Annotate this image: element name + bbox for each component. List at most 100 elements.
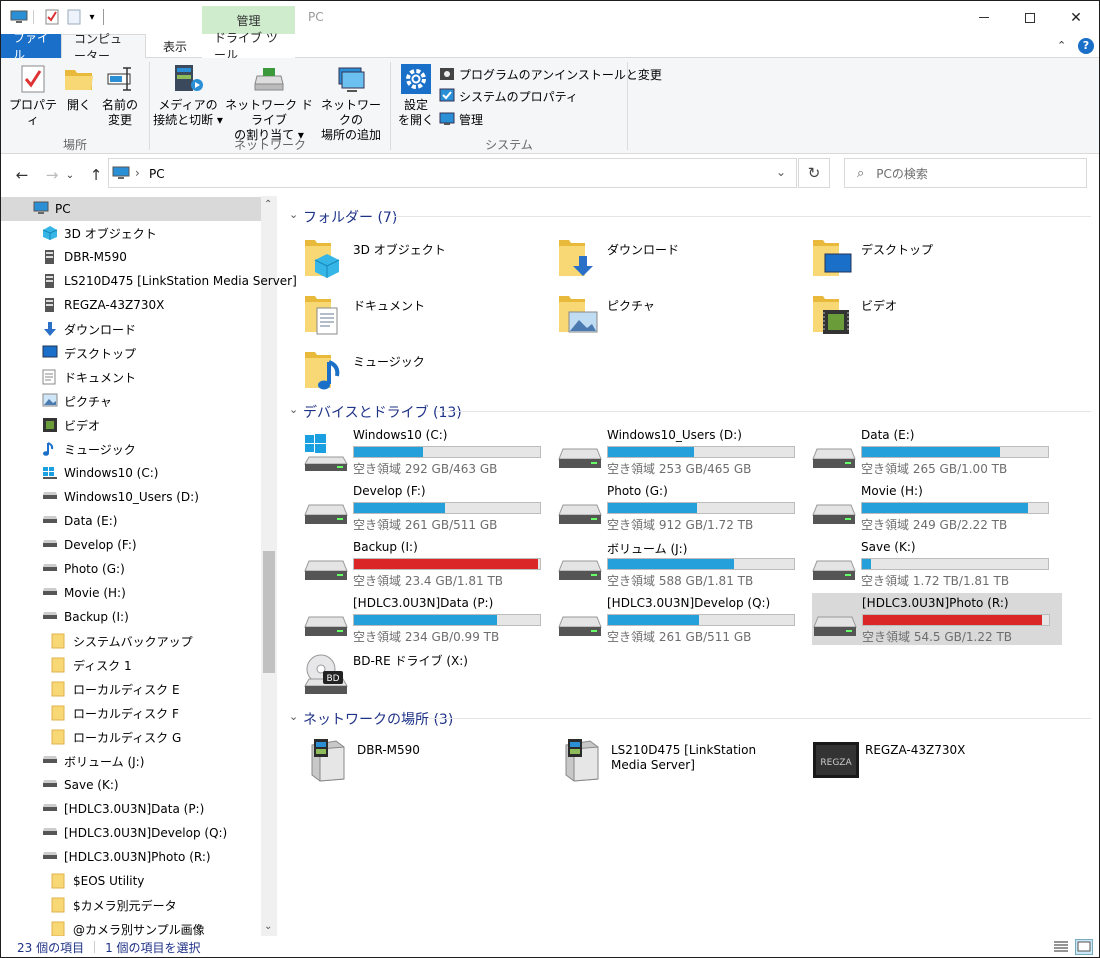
manage-button[interactable]: 管理 <box>439 110 483 128</box>
section-collapse-icon[interactable]: ⌄ <box>289 208 298 221</box>
folders-section-header[interactable]: フォルダー (7) <box>303 207 397 227</box>
drive-tile[interactable]: Data (E:) 空き領域 265 GB/1.00 TB <box>811 425 1061 477</box>
nav-item[interactable]: システムバックアップ <box>1 629 261 653</box>
nav-item[interactable]: ビデオ <box>1 413 261 437</box>
nav-item[interactable]: $カメラ別元データ <box>1 893 261 917</box>
scroll-down-icon[interactable]: ⌄ <box>264 921 272 932</box>
nav-item[interactable]: ディスク 1 <box>1 653 261 677</box>
system-properties-button[interactable]: システムのプロパティ <box>439 87 578 105</box>
network-location-tile[interactable]: LS210D475 [LinkStation Media Server] <box>557 735 787 787</box>
back-button[interactable]: ← <box>11 166 33 184</box>
open-settings-button[interactable]: 設定 を開く <box>396 62 436 128</box>
folder-tile[interactable]: ビデオ <box>809 291 1049 343</box>
drive-tile[interactable]: Windows10 (C:) 空き領域 292 GB/463 GB <box>303 425 553 477</box>
nav-item[interactable]: Movie (H:) <box>1 581 261 605</box>
drives-section-header[interactable]: デバイスとドライブ (13) <box>303 402 462 422</box>
folder-tile[interactable]: ドキュメント <box>301 291 541 343</box>
nav-item[interactable]: Save (K:) <box>1 773 261 797</box>
help-icon[interactable]: ? <box>1078 38 1094 54</box>
minimize-button[interactable] <box>961 1 1007 34</box>
folder-tile[interactable]: デスクトップ <box>809 235 1049 287</box>
nav-item[interactable]: Backup (I:) <box>1 605 261 629</box>
search-box[interactable]: ⌕ PCの検索 <box>844 158 1087 188</box>
nav-item[interactable]: ローカルディスク E <box>1 677 261 701</box>
nav-item[interactable]: REGZA-43Z730X <box>1 293 261 317</box>
network-location-tile[interactable]: DBR-M590 <box>303 735 533 787</box>
nav-item[interactable]: PC <box>1 197 261 221</box>
nav-item[interactable]: ダウンロード <box>1 317 261 341</box>
drive-usage-bar <box>353 558 541 570</box>
tab-computer[interactable]: コンピューター <box>61 32 146 63</box>
drive-tile[interactable]: ボリューム (J:) 空き領域 588 GB/1.81 TB <box>557 537 807 589</box>
drive-tile[interactable]: [HDLC3.0U3N]Data (P:) 空き領域 234 GB/0.99 TB <box>303 593 553 645</box>
nav-item[interactable]: ボリューム (J:) <box>1 749 261 773</box>
tab-view[interactable]: 表示 <box>151 34 199 58</box>
nav-item[interactable]: Windows10_Users (D:) <box>1 485 261 509</box>
folder-tile[interactable]: ミュージック <box>301 347 541 399</box>
drive-tile[interactable]: [HDLC3.0U3N]Photo (R:) 空き領域 54.5 GB/1.22 … <box>812 593 1062 645</box>
breadcrumb-separator[interactable]: › <box>135 166 140 180</box>
nav-item[interactable]: Windows10 (C:) <box>1 461 261 485</box>
nav-item[interactable]: LS210D475 [LinkStation Media Server] <box>1 269 297 293</box>
drive-tile[interactable]: Save (K:) 空き領域 1.72 TB/1.81 TB <box>811 537 1061 589</box>
breadcrumb-pc[interactable]: PC <box>149 167 165 181</box>
nav-item[interactable]: 3D オブジェクト <box>1 221 261 245</box>
close-button[interactable]: ✕ <box>1053 1 1099 34</box>
details-view-icon[interactable] <box>1054 941 1068 953</box>
nav-item[interactable]: $EOS Utility <box>1 869 261 893</box>
nav-item[interactable]: [HDLC3.0U3N]Data (P:) <box>1 797 261 821</box>
drive-tile[interactable]: Backup (I:) 空き領域 23.4 GB/1.81 TB <box>303 537 553 589</box>
qat-customize-icon[interactable]: ▾ <box>85 8 99 26</box>
nav-item[interactable]: Data (E:) <box>1 509 261 533</box>
address-bar[interactable]: › PC ⌄ <box>108 158 797 188</box>
nav-item[interactable]: ローカルディスク F <box>1 701 261 725</box>
properties-qat-icon[interactable] <box>43 8 61 26</box>
nav-item[interactable]: Develop (F:) <box>1 533 261 557</box>
nav-item[interactable]: ピクチャ <box>1 389 261 413</box>
section-collapse-icon[interactable]: ⌄ <box>289 710 298 723</box>
add-network-location-button[interactable]: ネットワークの 場所の追加 <box>317 62 385 143</box>
folder-tile[interactable]: ピクチャ <box>555 291 795 343</box>
collapse-ribbon-icon[interactable]: ⌃ <box>1057 39 1071 53</box>
refresh-button[interactable]: ↻ <box>798 158 830 188</box>
scroll-up-icon[interactable]: ⌃ <box>264 199 272 210</box>
tab-file[interactable]: ファイル <box>1 31 61 62</box>
map-network-drive-button[interactable]: ネットワーク ドライブ の割り当て ▾ <box>223 62 315 143</box>
nav-scrollbar-thumb[interactable] <box>263 551 275 673</box>
properties-button[interactable]: プロパティ <box>7 62 59 128</box>
open-button[interactable]: 開く <box>61 62 97 113</box>
folder-tile[interactable]: 3D オブジェクト <box>301 235 541 287</box>
nav-item[interactable]: Photo (G:) <box>1 557 261 581</box>
drive-tile[interactable]: Movie (H:) 空き領域 249 GB/2.22 TB <box>811 481 1061 533</box>
nav-item[interactable]: DBR-M590 <box>1 245 261 269</box>
maximize-button[interactable] <box>1007 1 1053 34</box>
nav-item[interactable]: ミュージック <box>1 437 261 461</box>
drive-tile[interactable]: [HDLC3.0U3N]Develop (Q:) 空き領域 261 GB/511 … <box>557 593 807 645</box>
large-icons-view-icon[interactable] <box>1075 939 1093 955</box>
drive-tile[interactable]: Windows10_Users (D:) 空き領域 253 GB/465 GB <box>557 425 807 477</box>
nav-item[interactable]: ローカルディスク G <box>1 725 261 749</box>
forward-arrow-icon: → <box>45 166 59 184</box>
section-collapse-icon[interactable]: ⌄ <box>289 403 298 416</box>
drive-tile[interactable]: BD BD-RE ドライブ (X:) <box>303 649 553 701</box>
media-connect-button[interactable]: メディアの 接続と切断 ▾ <box>153 62 223 128</box>
up-button[interactable]: ↑ <box>85 166 107 184</box>
nav-item[interactable]: ドキュメント <box>1 365 261 389</box>
nav-item[interactable]: [HDLC3.0U3N]Photo (R:) <box>1 845 261 869</box>
forward-button[interactable]: → <box>41 166 63 184</box>
network-section-header[interactable]: ネットワークの場所 (3) <box>303 709 453 729</box>
folder-tile[interactable]: ダウンロード <box>555 235 795 287</box>
network-location-tile[interactable]: REGZA REGZA-43Z730X <box>811 735 1041 787</box>
new-folder-qat-icon[interactable] <box>65 8 83 26</box>
uninstall-program-button[interactable]: プログラムのアンインストールと変更 <box>439 65 662 83</box>
rename-button[interactable]: 名前の 変更 <box>100 62 140 128</box>
pc-icon[interactable] <box>9 8 29 26</box>
nav-item[interactable]: [HDLC3.0U3N]Develop (Q:) <box>1 821 261 845</box>
recent-locations-button[interactable]: ⌄ <box>63 166 77 184</box>
pc-icon <box>33 201 49 217</box>
drive-tile[interactable]: Photo (G:) 空き領域 912 GB/1.72 TB <box>557 481 807 533</box>
drive-tile[interactable]: Develop (F:) 空き領域 261 GB/511 GB <box>303 481 553 533</box>
tab-drive-tools[interactable]: ドライブ ツール <box>202 31 295 62</box>
nav-item[interactable]: デスクトップ <box>1 341 261 365</box>
address-dropdown-icon[interactable]: ⌄ <box>776 165 786 179</box>
